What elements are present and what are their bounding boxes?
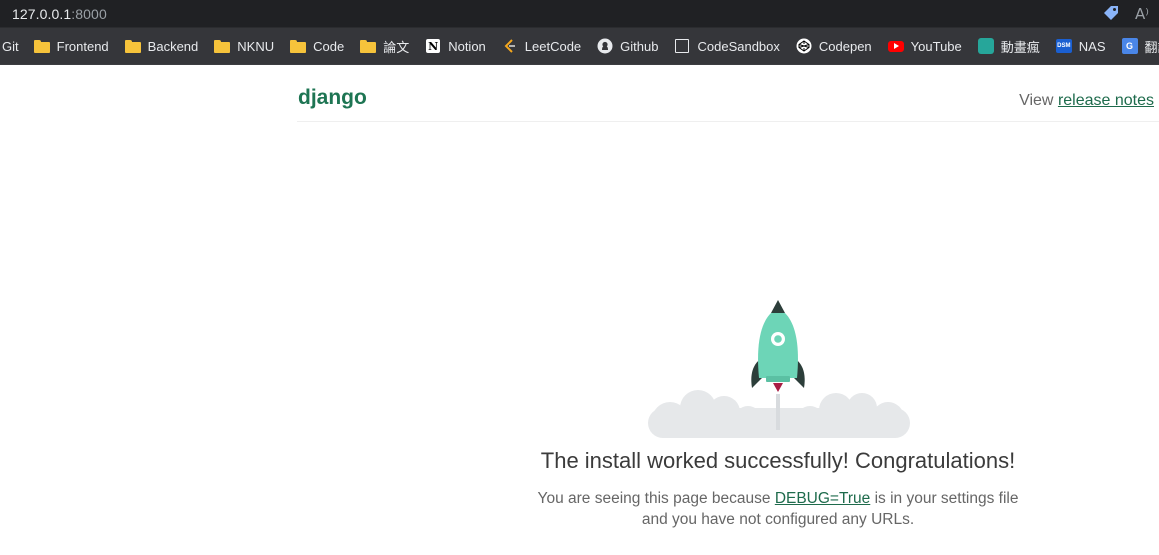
bookmark-codepen[interactable]: Codepen [796, 38, 872, 54]
codesandbox-icon [674, 38, 690, 54]
bookmark-label: Codepen [818, 38, 872, 54]
url-field[interactable]: 127.0.0.1:8000 [12, 6, 107, 22]
bookmark-youtube[interactable]: YouTube [887, 38, 962, 54]
bookmark-label: YouTube [910, 38, 962, 54]
bookmark-code[interactable]: Code [290, 38, 344, 54]
success-subtext: You are seeing this page because DEBUG=T… [528, 488, 1028, 530]
bookmark-codesandbox[interactable]: CodeSandbox [674, 38, 780, 54]
bookmark-backend[interactable]: Backend [124, 38, 199, 54]
folder-icon [360, 38, 377, 54]
debug-docs-link[interactable]: DEBUG=True [775, 490, 870, 507]
exhaust-trail [776, 394, 780, 430]
notion-icon: N [426, 39, 441, 53]
bookmark-label: Notion [448, 38, 486, 54]
bookmark-label: Git [2, 38, 19, 54]
folder-icon [33, 38, 50, 54]
bookmark-frontend[interactable]: Frontend [33, 38, 109, 54]
bookmark-leetcode[interactable]: LeetCode [502, 38, 581, 54]
bookmark-github[interactable]: Github [597, 38, 658, 54]
bookmark-label: Github [620, 38, 659, 54]
django-logo[interactable]: django [298, 86, 367, 110]
bookmark-label: Frontend [56, 38, 109, 54]
bookmark-label: 動畫瘋 [1000, 39, 1040, 55]
success-headline: The install worked successfully! Congrat… [540, 448, 1016, 473]
google-translate-icon: G [1121, 38, 1138, 54]
bookmark-label: Backend [147, 38, 199, 54]
rocket-flame [773, 383, 783, 392]
folder-icon [290, 38, 307, 54]
github-icon [597, 38, 613, 54]
bookmark-notion[interactable]: N Notion [425, 38, 486, 54]
bookmark-label: LeetCode [524, 38, 582, 54]
bookmark-nas[interactable]: DSM NAS [1055, 38, 1106, 54]
bookmark-label: CodeSandbox [697, 38, 780, 54]
bookmark-label: NAS [1078, 38, 1106, 54]
codepen-icon [796, 38, 812, 54]
leetcode-icon [504, 39, 515, 53]
bookmark-git[interactable]: Git [2, 39, 19, 54]
read-aloud-icon[interactable]: A⁾ [1135, 5, 1149, 23]
url-port: :8000 [71, 6, 107, 22]
address-bar[interactable]: 127.0.0.1:8000 A⁾ [0, 0, 1159, 28]
bookmark-label: 論文 [383, 39, 410, 55]
bookmark-label: Code [313, 38, 345, 54]
youtube-icon [887, 38, 904, 54]
release-notes-text: View release notes [1019, 92, 1154, 110]
bookmark-nknu[interactable]: NKNU [214, 38, 274, 54]
url-host: 127.0.0.1 [12, 6, 72, 22]
rocket-base [766, 376, 790, 382]
bookmark-label: NKNU [237, 38, 275, 54]
bookmark-translate[interactable]: G 翻譯 [1121, 37, 1159, 56]
bookmark-anime[interactable]: 動畫瘋 [977, 37, 1040, 56]
tag-icon[interactable] [1101, 4, 1121, 24]
rocket-illustration [648, 300, 910, 438]
dsm-icon: DSM [1055, 38, 1072, 54]
django-header: django View release notes [297, 84, 1159, 122]
release-notes-link[interactable]: release notes [1058, 92, 1154, 109]
bookmark-papers[interactable]: 論文 [360, 37, 409, 56]
subtext-before: You are seeing this page because [537, 490, 775, 507]
folder-icon [124, 38, 141, 54]
folder-icon [214, 38, 231, 54]
bookmarks-bar: Git Frontend Backend NKNU Code 論文 N Noti… [0, 28, 1159, 65]
animation-icon [977, 38, 994, 54]
release-prefix: View [1019, 92, 1058, 109]
bookmark-label: 翻譯 [1144, 39, 1159, 55]
rocket-nose [771, 300, 785, 313]
